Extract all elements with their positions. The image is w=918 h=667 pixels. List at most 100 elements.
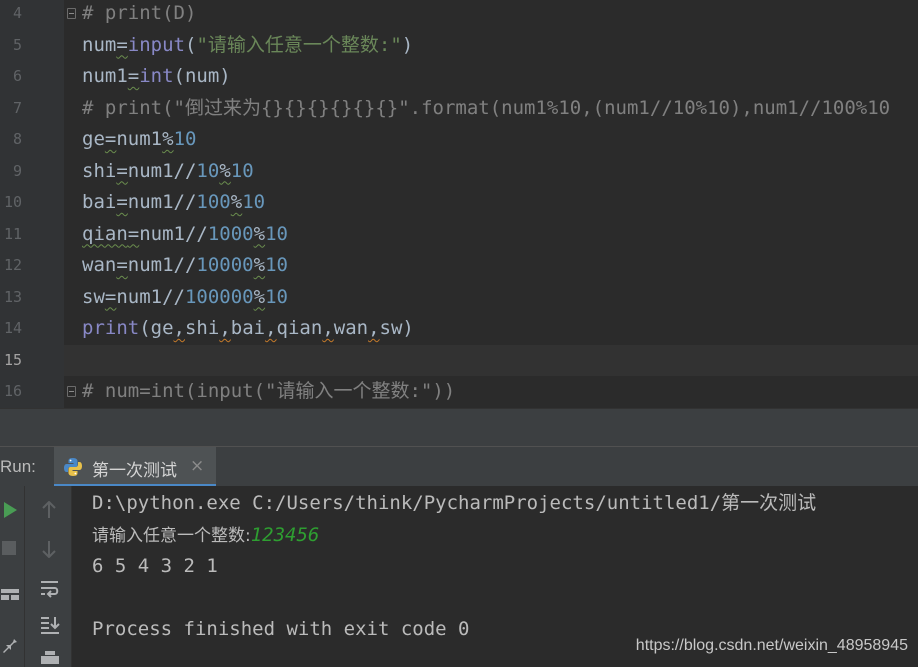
code-token: = xyxy=(116,254,128,276)
code-line[interactable]: wan=num1//10000%10 xyxy=(82,250,288,281)
run-tool-window-header: Run: 第一次测试 × xyxy=(0,446,918,487)
code-token: 10 xyxy=(242,191,266,213)
line-number: 6 xyxy=(12,67,22,85)
code-line[interactable]: num=input("请输入任意一个整数:") xyxy=(82,30,413,61)
code-token: sw) xyxy=(379,317,414,339)
code-token: 10 xyxy=(265,254,288,276)
code-line[interactable]: num1=int(num) xyxy=(82,61,231,92)
scroll-to-end-icon xyxy=(41,617,60,634)
panel-splitter[interactable] xyxy=(0,408,918,447)
rerun-button[interactable] xyxy=(0,500,20,520)
code-token: ge xyxy=(82,128,105,150)
soft-wrap-icon xyxy=(41,581,59,598)
code-token: % xyxy=(162,128,174,150)
code-token: = xyxy=(104,285,117,308)
code-line[interactable]: bai=num1//100%10 xyxy=(82,187,265,218)
console-user-input: 123456 xyxy=(250,524,320,546)
line-number: 13 xyxy=(3,287,22,306)
code-token: # print("倒过来为{}{}{}{}{}{}".format(num1%1… xyxy=(82,96,891,119)
code-line[interactable]: sw=num1//100000%10 xyxy=(82,282,288,313)
line-number: 15 xyxy=(3,350,22,369)
console-output: 6 5 4 3 2 1 xyxy=(92,555,218,577)
code-line[interactable]: ge=num1%10 xyxy=(82,124,196,155)
close-tab-icon[interactable]: × xyxy=(190,456,204,476)
print-button[interactable] xyxy=(39,650,61,666)
code-token: 10 xyxy=(196,159,220,182)
run-tab[interactable]: 第一次测试 × xyxy=(54,447,216,487)
code-token: qian xyxy=(276,317,323,339)
code-token: , xyxy=(219,317,231,339)
code-token: = xyxy=(116,191,128,213)
console-exit-line: Process finished with exit code 0 xyxy=(92,614,470,645)
run-toolbar-secondary xyxy=(24,486,72,667)
arrow-up-icon xyxy=(42,501,56,518)
line-number: 9 xyxy=(12,161,22,180)
code-token: 100 xyxy=(196,191,231,213)
code-token: sw xyxy=(82,285,105,308)
line-number: 4 xyxy=(12,4,22,22)
code-token: = xyxy=(127,65,140,87)
code-token: 10000 xyxy=(196,254,254,276)
line-number: 7 xyxy=(12,98,22,117)
arrow-down-icon xyxy=(42,541,56,558)
code-token: int xyxy=(139,65,174,87)
code-line[interactable]: # num=int(input("请输入一个整数:")) xyxy=(82,376,455,407)
code-token: wan xyxy=(333,317,369,339)
code-token: num xyxy=(82,33,117,56)
code-token: wan xyxy=(82,254,117,276)
code-token: (ge xyxy=(139,317,174,339)
next-occurrence-button[interactable] xyxy=(39,539,59,559)
layout-icon xyxy=(1,589,19,600)
code-token: % xyxy=(253,254,266,276)
code-token: bai xyxy=(82,191,117,213)
code-token: # num=int(input("请输入一个整数:")) xyxy=(82,380,456,402)
play-icon xyxy=(4,502,17,518)
console-command-line: D:\python.exe C:/Users/think/PycharmProj… xyxy=(92,488,816,519)
code-token: = xyxy=(116,159,128,182)
scroll-to-end-button[interactable] xyxy=(39,614,61,636)
pin-tab-button[interactable] xyxy=(0,634,20,654)
print-icon xyxy=(41,651,59,664)
python-icon xyxy=(64,458,82,476)
console-prompt-line: 请输入任意一个整数:123456 xyxy=(92,520,319,551)
code-token: shi xyxy=(82,159,117,182)
code-token: num1// xyxy=(116,285,185,308)
code-token: 1000 xyxy=(207,222,254,245)
code-token: bai xyxy=(230,317,266,339)
restore-layout-button[interactable] xyxy=(0,584,20,604)
line-number: 5 xyxy=(12,35,22,54)
code-token: (num) xyxy=(173,65,231,87)
code-token: num1 xyxy=(82,65,128,87)
code-token: , xyxy=(173,317,185,339)
code-token: 10 xyxy=(173,128,197,150)
code-token: num1// xyxy=(139,222,208,245)
code-line[interactable]: qian=num1//1000%10 xyxy=(82,219,288,250)
line-number: 16 xyxy=(3,382,22,400)
code-line[interactable]: # print("倒过来为{}{}{}{}{}{}".format(num1%1… xyxy=(82,93,890,124)
code-line[interactable]: # print(D) xyxy=(82,0,196,29)
code-line[interactable]: shi=num1//10%10 xyxy=(82,156,254,187)
previous-occurrence-button[interactable] xyxy=(39,500,59,520)
stop-button[interactable] xyxy=(0,539,18,557)
code-token: qian xyxy=(82,222,128,245)
code-token: num1// xyxy=(127,159,197,182)
code-line[interactable]: print(ge,shi,bai,qian,wan,sw) xyxy=(82,313,414,344)
run-toolbar-primary xyxy=(0,486,24,667)
stop-icon xyxy=(2,541,16,555)
line-number: 12 xyxy=(3,256,22,274)
soft-wrap-button[interactable] xyxy=(39,578,61,600)
line-number: 8 xyxy=(12,130,22,148)
code-token: # print(D) xyxy=(82,2,197,24)
code-editor[interactable]: 4 # print(D) 5 num=input("请输入任意一个整数:") 6 num1… xyxy=(0,0,918,408)
code-token: print xyxy=(82,317,140,339)
fold-marker-icon[interactable] xyxy=(67,8,76,19)
run-tab-title: 第一次测试 xyxy=(92,461,177,481)
line-number: 10 xyxy=(3,193,22,211)
code-token: 100000 xyxy=(184,285,254,308)
pin-icon xyxy=(3,636,17,653)
console-command-text: D:\python.exe C:/Users/think/PycharmProj… xyxy=(92,492,817,514)
code-token: = xyxy=(104,128,117,150)
fold-marker-icon[interactable] xyxy=(67,386,76,397)
code-token: ( xyxy=(184,33,197,56)
code-token: = xyxy=(127,222,140,245)
